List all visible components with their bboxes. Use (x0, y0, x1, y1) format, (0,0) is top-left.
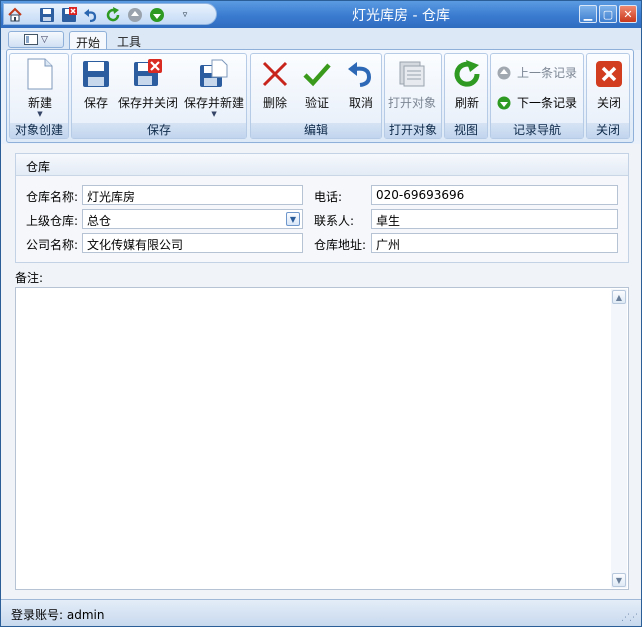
cancel-button[interactable]: 取消 (345, 58, 377, 111)
vertical-scrollbar[interactable]: ▲ ▼ (611, 289, 627, 588)
save-and-close-button[interactable]: 保存并关闭 (118, 58, 178, 111)
window-title: 灯光库房 - 仓库 (352, 8, 450, 24)
warehouse-address-field[interactable]: 广州 (371, 233, 618, 253)
delete-x-icon (259, 58, 291, 90)
previous-icon[interactable] (126, 6, 144, 24)
phone-field[interactable]: 020-69693696 (371, 185, 618, 205)
group-label-save: 保存 (72, 123, 246, 138)
ribbon: 新建 ▼ 对象创建 保存 保存并关闭 保存并新建 ▼ 保存 删除 验证 取消 编… (6, 49, 634, 143)
group-object-creation: 新建 ▼ 对象创建 (9, 53, 69, 139)
next-icon[interactable] (148, 6, 166, 24)
save-and-new-button[interactable]: 保存并新建 ▼ (184, 58, 244, 118)
delete-button[interactable]: 删除 (259, 58, 291, 111)
chevron-down-icon: ▼ (37, 110, 43, 118)
save-close-icon[interactable] (60, 6, 78, 24)
group-edit: 删除 验证 取消 编辑 (250, 53, 382, 139)
window: ▿ 灯光库房 - 仓库 ▁ ▢ ✕ ▽ 开始 工具 新建 ▼ 对象创建 保存 保… (0, 0, 642, 627)
group-label-edit: 编辑 (251, 123, 381, 138)
group-label-nav: 记录导航 (491, 123, 583, 138)
parent-warehouse-label: 上级仓库: (26, 214, 79, 228)
save-button[interactable]: 保存 (80, 58, 112, 111)
previous-record-button[interactable]: 上一条记录 (497, 64, 577, 81)
parent-warehouse-select[interactable]: 总仓 ▼ (82, 209, 303, 229)
new-button[interactable]: 新建 ▼ (24, 58, 56, 118)
save-close-icon (132, 58, 164, 90)
close-window-button[interactable]: ✕ (619, 5, 637, 23)
maximize-button[interactable]: ▢ (599, 5, 617, 23)
title-bar[interactable]: ▿ 灯光库房 - 仓库 ▁ ▢ ✕ (1, 1, 641, 28)
group-label-open: 打开对象 (385, 123, 441, 138)
next-record-button[interactable]: 下一条记录 (497, 94, 577, 111)
quick-access-toolbar: ▿ (3, 3, 217, 25)
company-name-field[interactable]: 文化传媒有限公司 (82, 233, 303, 253)
close-button[interactable]: 关闭 (593, 58, 625, 111)
open-object-button[interactable]: 打开对象 (388, 58, 436, 111)
resize-grip-icon[interactable]: ⋰⋰ (621, 613, 638, 623)
chevron-down-icon: ▼ (211, 110, 217, 118)
customize-dropdown-icon[interactable]: ▿ (176, 6, 194, 24)
application-menu-button[interactable]: ▽ (8, 31, 64, 48)
status-bar: 登录账号: admin ⋰⋰ (1, 599, 641, 626)
group-close: 关闭 关闭 (586, 53, 630, 139)
group-label-create: 对象创建 (10, 123, 68, 138)
company-name-label: 公司名称: (26, 238, 79, 252)
home-icon[interactable] (6, 6, 24, 24)
tab-start[interactable]: 开始 (69, 31, 108, 50)
remark-textarea[interactable]: ▲ ▼ (15, 287, 629, 590)
application-menu-icon (24, 34, 39, 45)
contact-field[interactable]: 卓生 (371, 209, 618, 229)
window-controls: ▁ ▢ ✕ (579, 5, 637, 23)
group-save: 保存 保存并关闭 保存并新建 ▼ 保存 (71, 53, 247, 139)
warehouse-name-label: 仓库名称: (26, 190, 79, 204)
group-open-object: 打开对象 打开对象 (384, 53, 442, 139)
phone-label: 电话: (314, 190, 343, 204)
close-icon (593, 58, 625, 90)
up-arrow-icon (497, 66, 511, 79)
scroll-up-icon[interactable]: ▲ (612, 290, 626, 304)
undo-icon[interactable] (82, 6, 100, 24)
group-label-view: 视图 (445, 123, 487, 138)
group-record-navigation: 上一条记录 下一条记录 记录导航 (490, 53, 584, 139)
save-new-icon (198, 58, 230, 90)
refresh-button[interactable]: 刷新 (451, 58, 483, 111)
new-document-icon (24, 58, 56, 90)
warehouse-section: 仓库 仓库名称: 灯光库房 电话: 020-69693696 上级仓库: 总仓 … (15, 153, 629, 263)
down-arrow-icon (497, 96, 511, 109)
login-account-text: 登录账号: admin (11, 608, 105, 622)
ribbon-tab-bar: ▽ 开始 工具 (1, 28, 641, 50)
checkmark-icon (301, 58, 333, 90)
scroll-down-icon[interactable]: ▼ (612, 573, 626, 587)
group-view: 刷新 视图 (444, 53, 488, 139)
chevron-down-icon: ▽ (41, 34, 48, 45)
section-title: 仓库 (16, 154, 628, 176)
remark-label: 备注: (15, 271, 44, 285)
undo-icon (345, 58, 377, 90)
group-label-close: 关闭 (587, 123, 629, 138)
parent-warehouse-value: 总仓 (87, 214, 112, 228)
minimize-button[interactable]: ▁ (579, 5, 597, 23)
validate-button[interactable]: 验证 (301, 58, 333, 111)
refresh-icon[interactable] (104, 6, 122, 24)
dropdown-arrow-icon[interactable]: ▼ (286, 212, 300, 226)
tab-tools[interactable]: 工具 (111, 31, 147, 50)
open-object-icon (396, 58, 428, 90)
save-icon[interactable] (38, 6, 56, 24)
warehouse-name-field[interactable]: 灯光库房 (82, 185, 303, 205)
save-icon (80, 58, 112, 90)
form-content: 仓库 仓库名称: 灯光库房 电话: 020-69693696 上级仓库: 总仓 … (1, 144, 641, 599)
contact-label: 联系人: (314, 214, 355, 228)
refresh-icon (451, 58, 483, 90)
warehouse-address-label: 仓库地址: (314, 238, 367, 252)
